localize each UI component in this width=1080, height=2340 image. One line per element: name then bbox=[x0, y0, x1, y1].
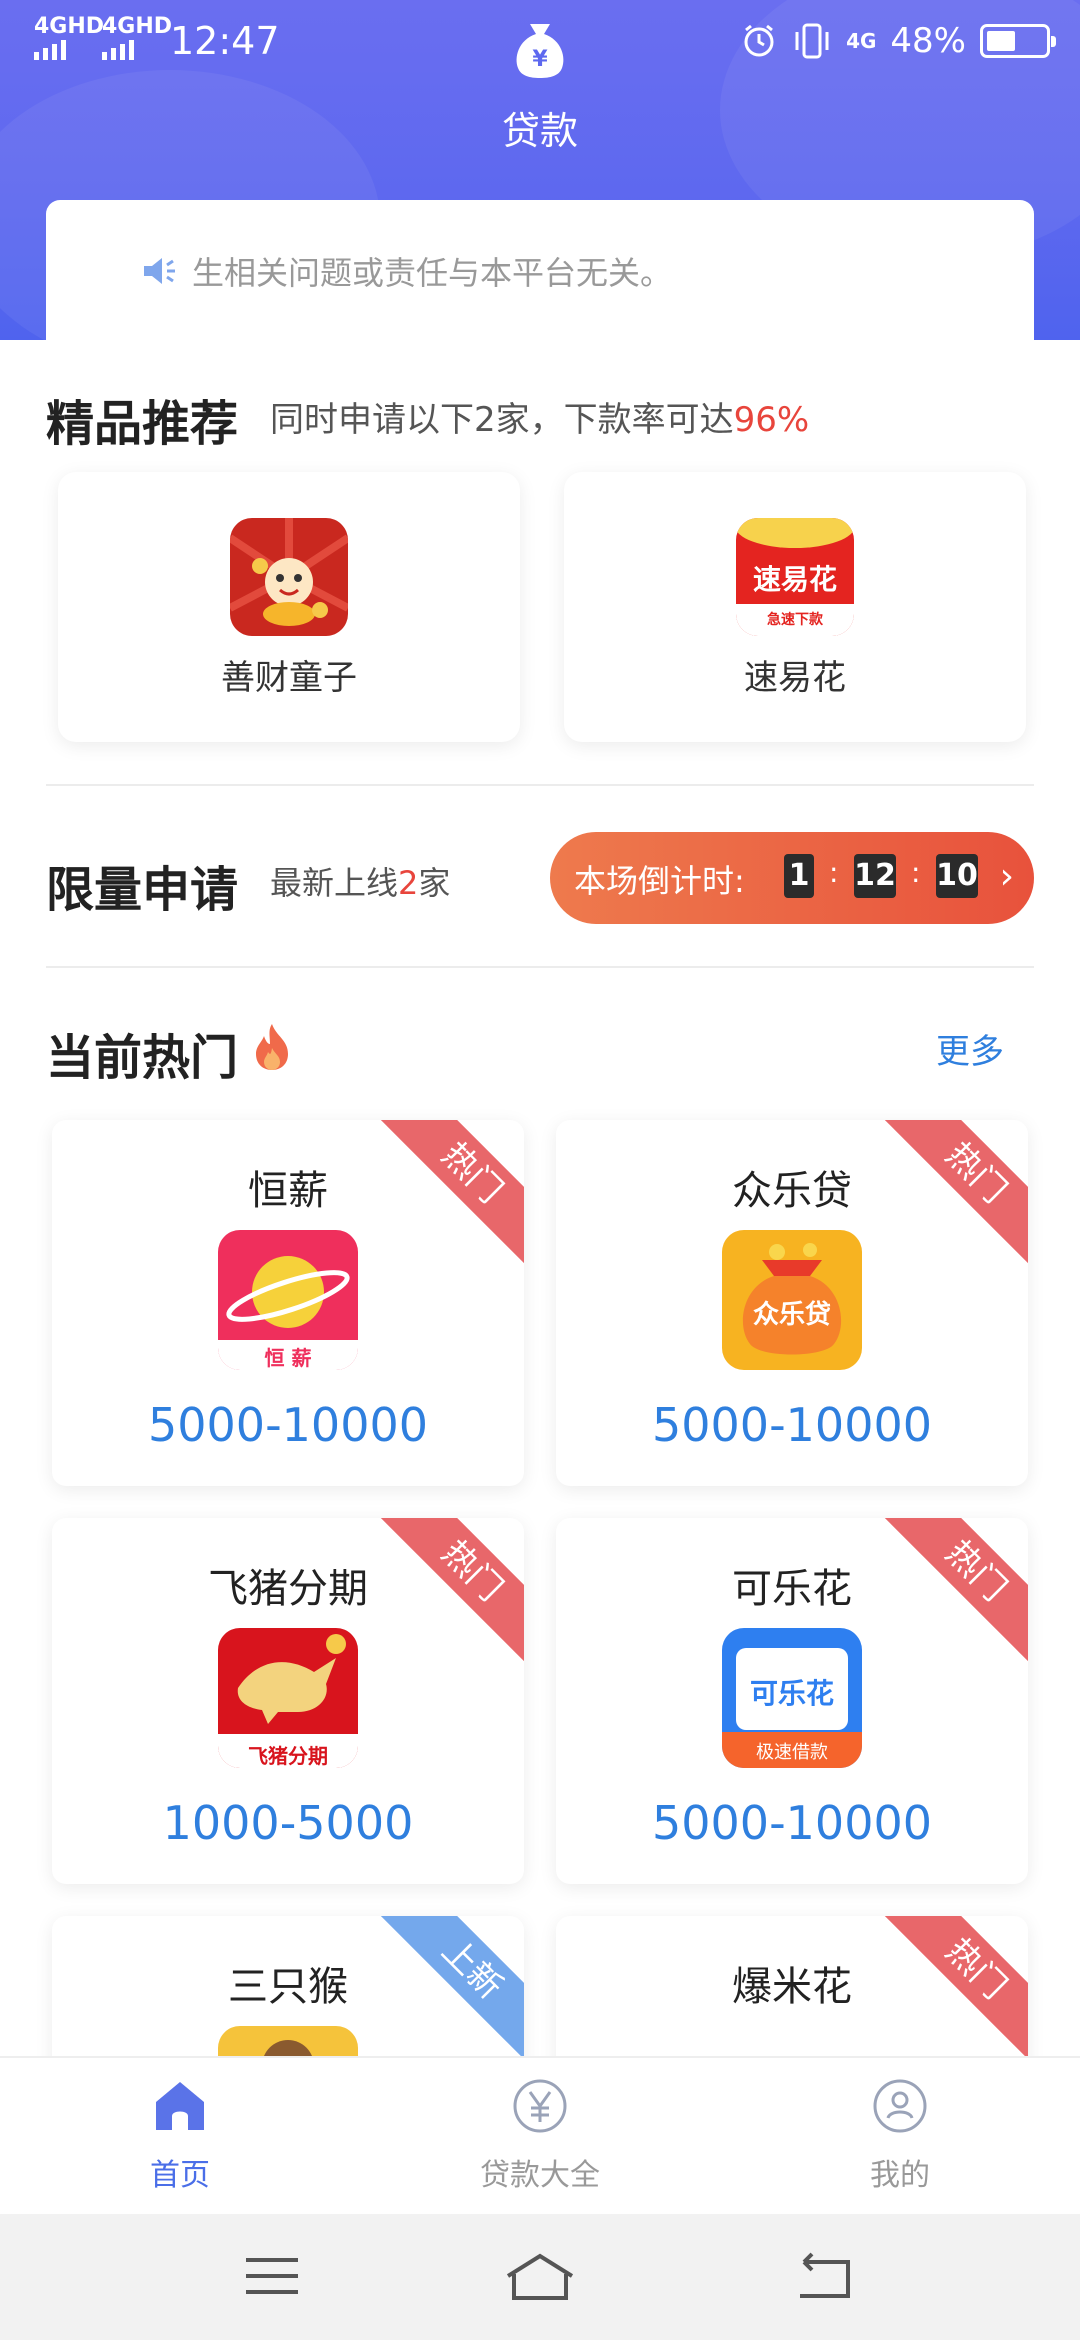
signal-label-1: 4GHD bbox=[34, 14, 105, 39]
product-card-hengxin[interactable]: 热门 恒薪 恒 薪 5000-10000 bbox=[52, 1120, 524, 1486]
featured-subtitle: 同时申请以下2家，下款率可达96% bbox=[270, 392, 809, 441]
tab-label: 贷款大全 bbox=[480, 2158, 600, 2193]
loan-range: 5000-10000 bbox=[652, 1398, 932, 1452]
countdown-label: 本场倒计时: bbox=[574, 862, 745, 900]
signal-label-2: 4GHD bbox=[102, 14, 173, 39]
home-nav-icon[interactable] bbox=[490, 2246, 590, 2306]
featured-rate: 96% bbox=[733, 400, 810, 440]
featured-card-suyihua[interactable]: 速易花 急速下款 速易花 bbox=[564, 472, 1026, 742]
home-icon bbox=[156, 2082, 204, 2130]
limited-subtitle-text: 最新上线 bbox=[270, 864, 399, 902]
status-time: 12:47 bbox=[170, 19, 280, 63]
yuan-icon bbox=[513, 2079, 567, 2133]
network-label: 4G bbox=[846, 29, 877, 53]
limited-count: 2 bbox=[398, 864, 419, 902]
feizhu-logo: 飞猪分期 bbox=[218, 1628, 358, 1768]
hengxin-logo-text: 恒 薪 bbox=[264, 1346, 312, 1370]
limited-title: 限量申请 bbox=[46, 862, 239, 918]
notice-text: 生相关问题或责任与本平台无关。 bbox=[192, 254, 673, 292]
tab-home[interactable]: 首页 bbox=[0, 2058, 360, 2216]
user-icon bbox=[873, 2079, 927, 2133]
product-name: 恒薪 bbox=[248, 1168, 328, 1214]
countdown-seconds: 10 bbox=[936, 854, 978, 898]
countdown-colon: : bbox=[829, 856, 839, 889]
product-card-feizhu[interactable]: 热门 飞猪分期 飞猪分期 1000-5000 bbox=[52, 1518, 524, 1884]
product-name: 众乐贷 bbox=[732, 1168, 852, 1214]
battery-icon bbox=[980, 24, 1056, 58]
countdown-colon: : bbox=[911, 856, 921, 889]
signal-bars-icon bbox=[34, 40, 66, 60]
kelehua-logo-text: 可乐花 bbox=[749, 1677, 834, 1710]
product-card-kelehua[interactable]: 热门 可乐花 可乐花 极速借款 5000-10000 bbox=[556, 1518, 1028, 1884]
hot-title: 当前热门 bbox=[46, 1030, 239, 1086]
divider bbox=[46, 784, 1034, 786]
page-title: 贷款 bbox=[501, 109, 578, 153]
tab-label: 首页 bbox=[150, 2158, 210, 2193]
product-card-zhongledai[interactable]: 热门 众乐贷 众乐贷 5000-10000 bbox=[556, 1120, 1028, 1486]
feizhu-logo-text: 飞猪分期 bbox=[248, 1744, 328, 1768]
product-name: 三只猴 bbox=[228, 1964, 348, 2010]
product-name: 爆米花 bbox=[732, 1964, 852, 2010]
loan-range: 5000-10000 bbox=[148, 1398, 428, 1452]
featured-card-shancai[interactable]: 善财童子 bbox=[58, 472, 520, 742]
kelehua-logo: 可乐花 极速借款 bbox=[722, 1628, 862, 1768]
system-nav-bar bbox=[0, 2214, 1080, 2340]
featured-subtitle-text: 同时申请以下2家，下款率可达 bbox=[270, 400, 734, 440]
countdown-hours: 1 bbox=[784, 854, 814, 898]
featured-title: 精品推荐 bbox=[46, 396, 239, 452]
limited-subtitle: 最新上线2家 bbox=[270, 858, 450, 904]
alarm-icon bbox=[744, 24, 774, 57]
menu-icon[interactable] bbox=[222, 2246, 322, 2306]
tab-label: 我的 bbox=[870, 2158, 930, 2193]
divider bbox=[46, 966, 1034, 968]
hengxin-logo: 恒 薪 bbox=[218, 1230, 358, 1370]
back-icon[interactable] bbox=[774, 2246, 874, 2306]
limited-subtitle-suffix: 家 bbox=[418, 864, 451, 902]
zhongledai-logo-text: 众乐贷 bbox=[752, 1300, 831, 1330]
product-name: 可乐花 bbox=[732, 1566, 852, 1612]
product-name: 飞猪分期 bbox=[208, 1566, 368, 1612]
shancai-logo bbox=[230, 518, 348, 636]
signal-bars-icon bbox=[102, 40, 134, 60]
battery-percent: 48% bbox=[890, 21, 966, 61]
suyihua-logo-sub: 急速下款 bbox=[767, 612, 823, 628]
loan-range: 5000-10000 bbox=[652, 1796, 932, 1850]
featured-name: 速易花 bbox=[744, 658, 846, 698]
vibrate-icon bbox=[795, 23, 829, 59]
notice-card[interactable]: 生相关问题或责任与本平台无关。 bbox=[46, 200, 1034, 360]
zhongledai-logo: 众乐贷 bbox=[722, 1230, 862, 1370]
status-right: 4G 48% bbox=[740, 18, 1056, 64]
money-bag-icon: ¥ bbox=[516, 24, 564, 78]
countdown-button[interactable]: 本场倒计时: 1 : 12 : 10 › bbox=[550, 832, 1034, 924]
bottom-tab-bar: 首页 贷款大全 我的 bbox=[0, 2056, 1080, 2214]
suyihua-logo-text: 速易花 bbox=[752, 563, 837, 596]
svg-text:¥: ¥ bbox=[532, 47, 548, 72]
chevron-right-icon: › bbox=[999, 856, 1014, 897]
featured-name: 善财童子 bbox=[221, 658, 357, 698]
tab-mine[interactable]: 我的 bbox=[720, 2058, 1080, 2216]
tab-loans[interactable]: 贷款大全 bbox=[360, 2058, 720, 2216]
more-link[interactable]: 更多 bbox=[936, 1024, 1004, 1073]
fire-icon bbox=[256, 1024, 288, 1070]
speaker-icon bbox=[144, 258, 175, 284]
notice-row: 生相关问题或责任与本平台无关。 bbox=[142, 248, 672, 294]
suyihua-logo: 速易花 急速下款 bbox=[736, 518, 854, 636]
countdown-minutes: 12 bbox=[854, 854, 896, 898]
loan-range: 1000-5000 bbox=[162, 1796, 414, 1850]
kelehua-logo-sub: 极速借款 bbox=[756, 1742, 828, 1763]
